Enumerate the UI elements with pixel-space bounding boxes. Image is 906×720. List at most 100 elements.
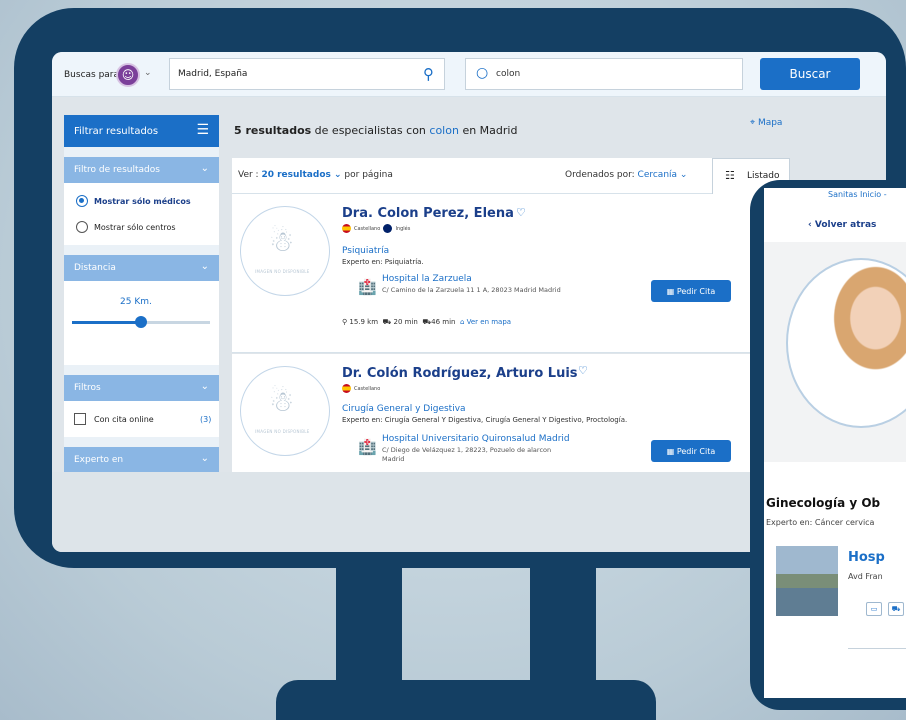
dist-bus: 46 min xyxy=(431,318,456,326)
doctor-languages: Castellano xyxy=(342,384,380,393)
doctor-card[interactable]: ☃ IMAGEN NO DISPONIBLE Dra. Colon Perez,… xyxy=(232,194,788,352)
doctor-name[interactable]: Dr. Colón Rodríguez, Arturo Luis xyxy=(342,366,578,381)
doctor-hero xyxy=(764,242,906,462)
opt-medicos-label[interactable]: Mostrar sólo médicos xyxy=(94,197,191,206)
distance-slider-thumb[interactable] xyxy=(135,316,147,328)
chevron-down-icon[interactable]: ⌄ xyxy=(144,68,152,78)
location-pin-icon[interactable]: ⚲ xyxy=(423,65,434,83)
monitor-stand-base xyxy=(276,680,656,720)
filtros-header-label: Filtros xyxy=(74,383,101,393)
ver-label: Ver : xyxy=(238,170,262,180)
doctor-silhouette-icon: ☃ xyxy=(269,385,295,418)
filtrar-resultados-button[interactable]: Filtrar resultados ☰ xyxy=(64,115,219,147)
pedir-cita-label: Pedir Cita xyxy=(676,446,716,456)
filtro-resultados-header[interactable]: Filtro de resultados ⌄ xyxy=(64,157,219,183)
filtro-header-label: Filtro de resultados xyxy=(74,165,160,175)
chevron-down-icon: ⌄ xyxy=(330,170,342,180)
opt-centros-label[interactable]: Mostrar sólo centros xyxy=(94,223,176,232)
phone-hospital-address: Avd Fran xyxy=(848,572,883,581)
heart-icon[interactable]: ♡ xyxy=(516,206,526,219)
doctor-expertise: Experto en: Cirugía General Y Digestiva,… xyxy=(342,416,628,424)
photo-unavailable-text: IMAGEN NO DISPONIBLE xyxy=(255,429,310,434)
phone-hospital-name[interactable]: Hosp xyxy=(848,550,885,565)
ver-value[interactable]: 20 resultados xyxy=(261,170,330,180)
doctor-portrait xyxy=(786,258,906,428)
page-size-selector[interactable]: Ver : 20 resultados ⌄ por página xyxy=(238,170,393,180)
experto-en-header[interactable]: Experto en ⌄ xyxy=(64,447,219,473)
doctor-photo-placeholder: ☃ IMAGEN NO DISPONIBLE xyxy=(240,206,330,296)
doctor-photo-placeholder: ☃ IMAGEN NO DISPONIBLE xyxy=(240,366,330,456)
bus-icon: ⛟ xyxy=(422,318,432,326)
doctor-specialty[interactable]: Cirugía General y Digestiva xyxy=(342,404,466,414)
language-1: Castellano xyxy=(354,226,381,232)
doctor-card[interactable]: ☃ IMAGEN NO DISPONIBLE Dr. Colón Rodrígu… xyxy=(232,354,788,472)
sort-selector[interactable]: Ordenados por: Cercanía ⌄ xyxy=(565,170,687,180)
distancia-header[interactable]: Distancia ⌄ xyxy=(64,255,219,281)
hospital-address: C/ Diego de Velázquez 1, 28223, Pozuelo … xyxy=(382,446,552,463)
distancia-value: 25 Km. xyxy=(120,297,152,307)
distance-info: ⚲ 15.9 km ⛟ 20 min ⛟46 min ⌂ Ver en mapa xyxy=(342,318,511,327)
car-icon[interactable]: ⛟ xyxy=(888,602,904,616)
distance-slider-fill xyxy=(72,321,141,324)
search-value: colon xyxy=(496,69,521,79)
tab-mapa[interactable]: ⌖ Mapa xyxy=(750,118,782,128)
volver-label: Volver atras xyxy=(814,220,877,230)
hospital-photo xyxy=(776,546,838,616)
map-icon: ⌂ xyxy=(459,318,467,326)
doctor-expertise: Experto en: Psiquiatría. xyxy=(342,258,424,266)
doctor-name[interactable]: Dra. Colon Perez, Elena xyxy=(342,206,514,221)
map-icon: ⌖ xyxy=(750,118,758,128)
sliders-icon: ☰ xyxy=(196,122,209,138)
chevron-down-icon: ⌄ xyxy=(200,381,209,392)
language-1: Castellano xyxy=(354,386,381,392)
list-icon: ☷ xyxy=(725,169,735,182)
photo-unavailable-text: IMAGEN NO DISPONIBLE xyxy=(255,269,310,274)
sanitas-inicio-link[interactable]: Sanitas Inicio - xyxy=(828,190,887,199)
location-input[interactable]: Madrid, España ⚲ xyxy=(169,58,445,90)
cita-online-checkbox[interactable] xyxy=(74,413,86,425)
volver-atras-link[interactable]: ‹ Volver atras xyxy=(808,220,876,230)
results-term: colon xyxy=(429,124,459,137)
chevron-down-icon: ⌄ xyxy=(200,261,209,272)
radio-centros[interactable] xyxy=(76,221,88,233)
search-bar: Buscas para ☺ ⌄ Madrid, España ⚲ ○ colon… xyxy=(52,52,886,97)
spain-flag-icon xyxy=(342,224,351,233)
ordenados-value[interactable]: Cercanía xyxy=(638,170,678,180)
hospital-address: C/ Camino de la Zarzuela 11 1 A, 28023 M… xyxy=(382,286,561,294)
language-2: Inglés xyxy=(395,226,411,232)
distancia-body: 25 Km. xyxy=(64,281,219,365)
pedir-cita-label: Pedir Cita xyxy=(676,286,716,296)
doctor-silhouette-icon: ☃ xyxy=(269,225,295,258)
chevron-down-icon: ⌄ xyxy=(200,453,209,464)
results-count: 5 resultados xyxy=(234,124,312,137)
pedir-cita-button[interactable]: ▦ Pedir Cita xyxy=(651,440,731,462)
search-input[interactable]: ○ colon xyxy=(465,58,743,90)
monitor-stand-left xyxy=(336,560,402,700)
ver-en-mapa-link[interactable]: Ver en mapa xyxy=(467,318,511,326)
monitor-icon[interactable]: ▭ xyxy=(866,602,882,616)
results-mid: de especialistas con xyxy=(311,124,430,137)
monitor-stand-right xyxy=(530,560,596,700)
hospital-name[interactable]: Hospital Universitario Quironsalud Madri… xyxy=(382,434,570,444)
filtros-header[interactable]: Filtros ⌄ xyxy=(64,375,219,401)
distancia-header-label: Distancia xyxy=(74,263,116,273)
radio-medicos[interactable] xyxy=(76,195,88,207)
ordenados-label: Ordenados por: xyxy=(565,170,638,180)
patient-avatar[interactable]: ☺ xyxy=(116,63,140,87)
pedir-cita-button[interactable]: ▦ Pedir Cita xyxy=(651,280,731,302)
phone-specialty: Ginecología y Ob xyxy=(766,496,881,510)
buscar-button[interactable]: Buscar xyxy=(760,58,860,90)
hospital-name[interactable]: Hospital la Zarzuela xyxy=(382,274,472,284)
hospital-icon: 🏥 xyxy=(358,438,377,456)
hospital-icon: 🏥 xyxy=(358,278,377,296)
chevron-left-icon: ‹ xyxy=(808,220,815,230)
search-icon: ○ xyxy=(476,65,489,81)
cita-online-label[interactable]: Con cita online xyxy=(94,415,154,424)
calendar-icon: ▦ xyxy=(666,286,677,296)
doctor-specialty[interactable]: Psiquiatría xyxy=(342,246,389,256)
ver-suffix: por página xyxy=(341,170,393,180)
location-value: Madrid, España xyxy=(178,69,248,79)
chevron-down-icon: ⌄ xyxy=(677,170,688,180)
heart-icon[interactable]: ♡ xyxy=(578,364,588,377)
phone-expertise: Experto en: Cáncer cervica xyxy=(766,518,875,527)
